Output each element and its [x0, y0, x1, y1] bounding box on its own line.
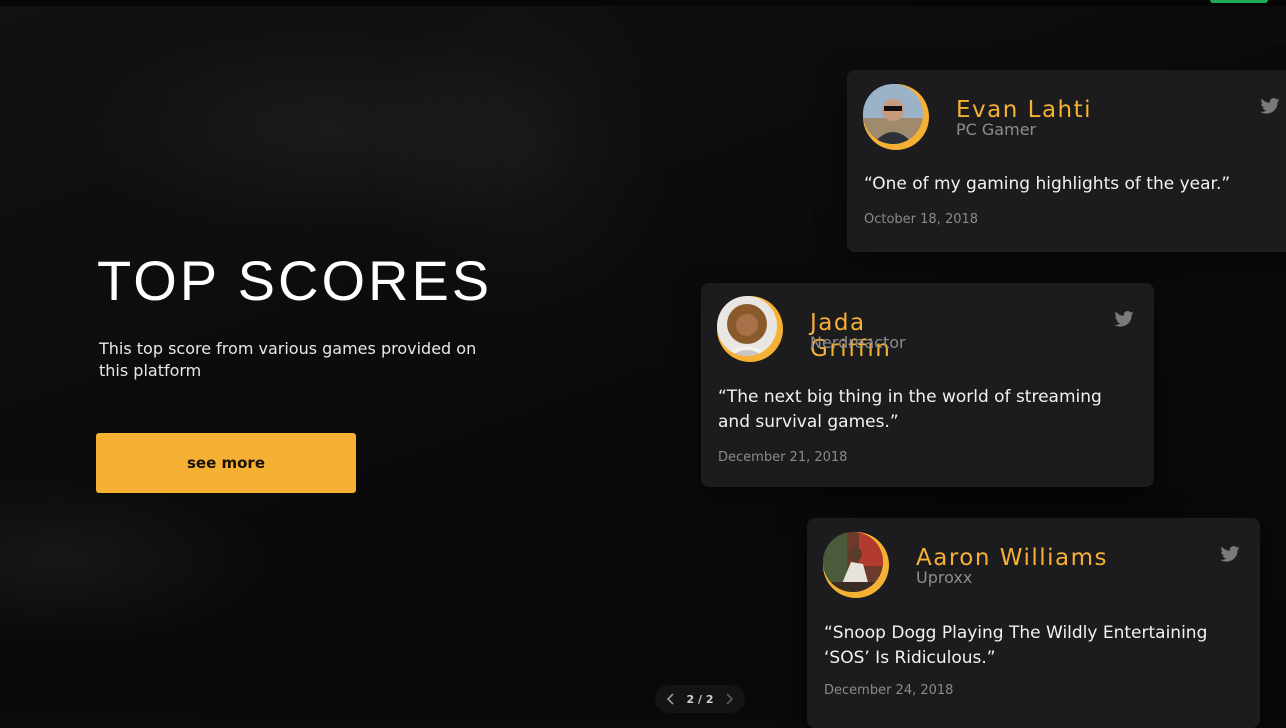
avatar-photo: [863, 84, 923, 144]
reviewer-outlet: Uproxx: [916, 568, 973, 587]
chevron-right-icon: [726, 693, 734, 705]
pagination: 2 / 2: [655, 685, 745, 713]
review-quote: “The next big thing in the world of stre…: [718, 387, 1102, 432]
review-card: Evan Lahti PC Gamer “One of my gaming hi…: [847, 70, 1286, 252]
review-card: Aaron Williams Uproxx “Snoop Dogg Playin…: [807, 518, 1260, 728]
avatar: [823, 532, 889, 598]
avatar-photo: [717, 296, 777, 356]
review-quote: “One of my gaming highlights of the year…: [864, 174, 1231, 194]
review-quote: “Snoop Dogg Playing The Wildly Entertain…: [824, 623, 1208, 668]
reviewer-outlet: PC Gamer: [956, 120, 1037, 139]
chevron-left-icon: [666, 693, 674, 705]
see-more-button[interactable]: see more: [96, 433, 356, 493]
avatar: [863, 84, 929, 150]
avatar: [717, 296, 783, 362]
next-page-button[interactable]: [719, 689, 739, 709]
top-bar-accent: [1210, 0, 1268, 3]
top-bar: [0, 0, 1286, 6]
review-date: December 21, 2018: [718, 450, 848, 465]
prev-page-button[interactable]: [661, 689, 681, 709]
hero-description: This top score from various games provid…: [99, 339, 477, 380]
avatar-photo: [823, 532, 883, 592]
reviewer-outlet: Nerdreactor: [810, 333, 906, 352]
twitter-icon[interactable]: [1114, 311, 1134, 327]
page-indicator: 2 / 2: [686, 692, 714, 706]
review-date: December 24, 2018: [824, 683, 954, 698]
review-card: Jada Griffin Nerdreactor “The next big t…: [701, 283, 1154, 487]
review-date: October 18, 2018: [864, 212, 979, 227]
twitter-icon[interactable]: [1260, 98, 1280, 114]
hero-title: TOP SCORES: [97, 249, 493, 312]
hero: TOP SCORES This top score from various g…: [97, 248, 617, 382]
twitter-icon[interactable]: [1220, 546, 1240, 562]
